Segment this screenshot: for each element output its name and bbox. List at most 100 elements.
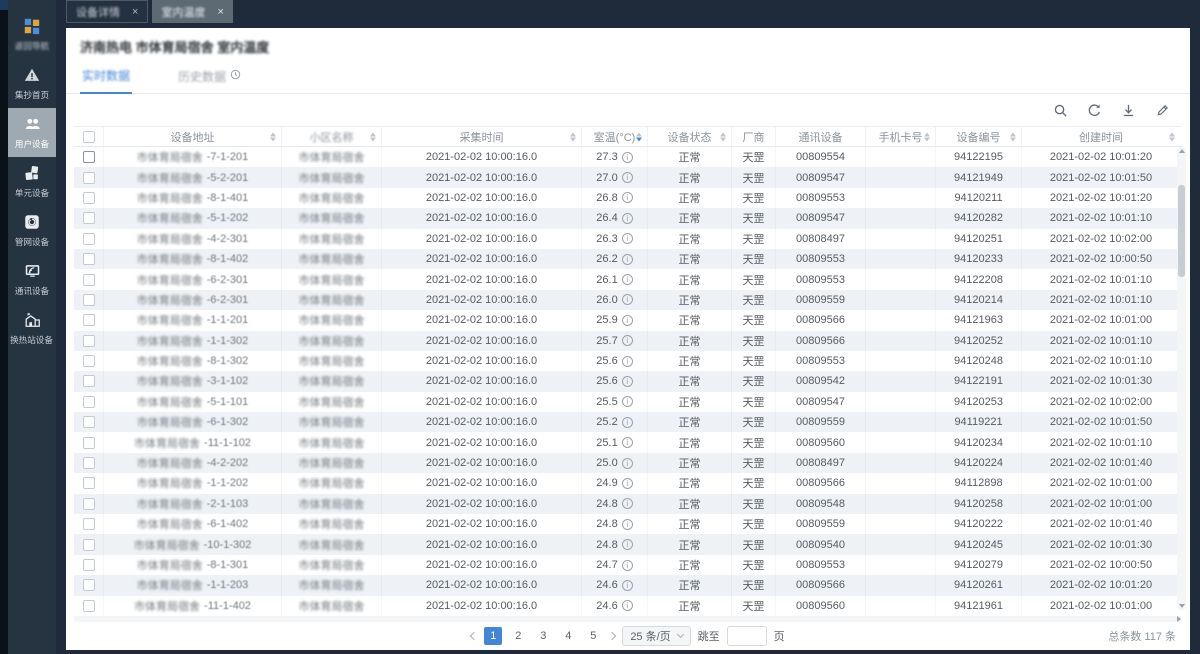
row-checkbox[interactable] <box>82 334 95 347</box>
row-checkbox[interactable] <box>82 395 95 408</box>
temp-value: 27.0 <box>596 171 618 184</box>
header-community-name[interactable]: 小区名称 <box>282 127 382 146</box>
row-checkbox[interactable] <box>82 314 95 327</box>
scroll-up-icon[interactable] <box>1179 149 1185 153</box>
header-device-no[interactable]: 设备编号 <box>936 127 1022 146</box>
row-checkbox[interactable] <box>82 538 95 551</box>
page-number-2[interactable]: 2 <box>509 627 527 645</box>
page-size-select[interactable]: 25 条/页 <box>622 625 691 646</box>
info-icon[interactable]: i <box>621 477 633 489</box>
sort-icon[interactable] <box>1010 132 1016 141</box>
cell-community: 市体育局宿舍 <box>282 432 382 452</box>
page-number-4[interactable]: 4 <box>559 627 577 645</box>
search-icon[interactable] <box>1053 103 1068 118</box>
edit-pen-icon[interactable] <box>1155 103 1170 118</box>
scroll-down-icon[interactable] <box>1179 603 1185 608</box>
sidebar-item-heat-station-devices[interactable]: 换热站设备 <box>8 304 56 353</box>
header-room-temp[interactable]: 室温(°C) <box>582 127 648 146</box>
info-icon[interactable]: i <box>621 172 633 184</box>
next-page-icon[interactable] <box>608 631 617 641</box>
jump-page-input[interactable] <box>726 625 767 646</box>
cell-room-temp: 25.5 i <box>582 392 648 412</box>
header-collect-time[interactable]: 采集时间 <box>382 127 582 146</box>
row-checkbox[interactable] <box>82 273 95 286</box>
page-number-1[interactable]: 1 <box>484 626 503 645</box>
row-checkbox[interactable] <box>82 293 95 306</box>
download-icon[interactable] <box>1121 103 1136 118</box>
row-checkbox[interactable] <box>82 497 95 510</box>
info-icon[interactable]: i <box>621 314 633 326</box>
info-icon[interactable]: i <box>621 274 633 286</box>
row-checkbox[interactable] <box>82 232 95 245</box>
header-device-address[interactable]: 设备地址 <box>104 127 282 146</box>
row-checkbox[interactable] <box>82 436 95 449</box>
sort-icon[interactable] <box>270 132 276 141</box>
info-icon[interactable]: i <box>621 212 633 224</box>
row-checkbox[interactable] <box>82 151 95 164</box>
row-checkbox[interactable] <box>82 579 95 592</box>
sidebar-item-meter-home[interactable]: 集抄首页 <box>8 59 56 108</box>
info-icon[interactable]: i <box>621 579 633 591</box>
vertical-scrollbar[interactable] <box>1177 147 1186 610</box>
sidebar-item-comm-devices[interactable]: 通讯设备 <box>8 255 56 304</box>
info-icon[interactable]: i <box>621 518 633 530</box>
info-icon[interactable]: i <box>621 437 633 449</box>
page-number-3[interactable]: 3 <box>534 627 552 645</box>
header-create-time[interactable]: 创建时间 <box>1022 127 1180 146</box>
info-icon[interactable]: i <box>621 559 633 571</box>
sort-icon[interactable] <box>570 132 576 141</box>
row-checkbox[interactable] <box>82 599 95 612</box>
info-icon[interactable]: i <box>621 151 633 163</box>
info-icon[interactable]: i <box>621 375 633 387</box>
row-checkbox[interactable] <box>82 191 95 204</box>
info-icon[interactable]: i <box>621 539 633 551</box>
subtab-history-data[interactable]: 历史数据 <box>176 63 243 93</box>
sort-icon[interactable] <box>1169 132 1175 141</box>
info-icon[interactable]: i <box>621 416 633 428</box>
info-icon[interactable]: i <box>621 355 633 367</box>
row-checkbox[interactable] <box>82 457 95 470</box>
cell-vendor: 天罡 <box>732 473 776 493</box>
info-icon[interactable]: i <box>621 294 633 306</box>
header-sim-card[interactable]: 手机卡号 <box>866 127 936 146</box>
select-all-checkbox[interactable] <box>82 130 95 143</box>
sort-icon-active-desc[interactable] <box>636 132 642 141</box>
row-checkbox[interactable] <box>82 477 95 490</box>
sidebar-item-user-devices[interactable]: 用户设备 <box>8 108 56 157</box>
row-checkbox[interactable] <box>82 212 95 225</box>
row-checkbox[interactable] <box>82 375 95 388</box>
close-tab-icon[interactable]: × <box>217 6 223 18</box>
info-icon[interactable]: i <box>621 498 633 510</box>
row-checkbox[interactable] <box>82 355 95 368</box>
row-checkbox[interactable] <box>82 416 95 429</box>
subtab-realtime-data[interactable]: 实时数据 <box>80 63 133 94</box>
row-checkbox[interactable] <box>82 253 95 266</box>
info-icon[interactable]: i <box>621 192 633 204</box>
row-checkbox[interactable] <box>82 518 95 531</box>
sort-icon[interactable] <box>370 132 376 141</box>
sidebar-item-unit-devices[interactable]: 单元设备 <box>8 157 56 206</box>
info-icon[interactable]: i <box>621 396 633 408</box>
header-device-status[interactable]: 设备状态 <box>648 127 732 146</box>
info-icon[interactable]: i <box>621 335 633 347</box>
info-icon[interactable]: i <box>621 457 633 469</box>
refresh-icon[interactable] <box>1087 103 1102 118</box>
row-checkbox[interactable] <box>82 171 95 184</box>
close-tab-icon[interactable]: × <box>132 6 138 18</box>
cell-community: 市体育局宿舍 <box>282 392 382 412</box>
row-checkbox[interactable] <box>82 559 95 571</box>
header-label: 设备状态 <box>667 131 712 144</box>
prev-page-icon[interactable] <box>470 631 479 641</box>
info-icon[interactable]: i <box>621 600 633 612</box>
info-icon[interactable]: i <box>621 253 633 265</box>
scrollbar-thumb[interactable] <box>1178 185 1185 277</box>
sort-icon[interactable] <box>924 132 930 141</box>
sidebar-item-pipe-devices[interactable]: 管网设备 <box>8 206 56 255</box>
page-number-5[interactable]: 5 <box>584 627 602 645</box>
temp-value: 26.3 <box>596 232 618 245</box>
sidebar-item-return-nav[interactable]: 返回导航 <box>8 10 56 59</box>
sort-icon[interactable] <box>720 132 726 141</box>
tab-indoor-temp[interactable]: 室内温度 × <box>152 0 233 23</box>
info-icon[interactable]: i <box>621 233 633 245</box>
tab-device-detail[interactable]: 设备详情 × <box>66 0 149 23</box>
